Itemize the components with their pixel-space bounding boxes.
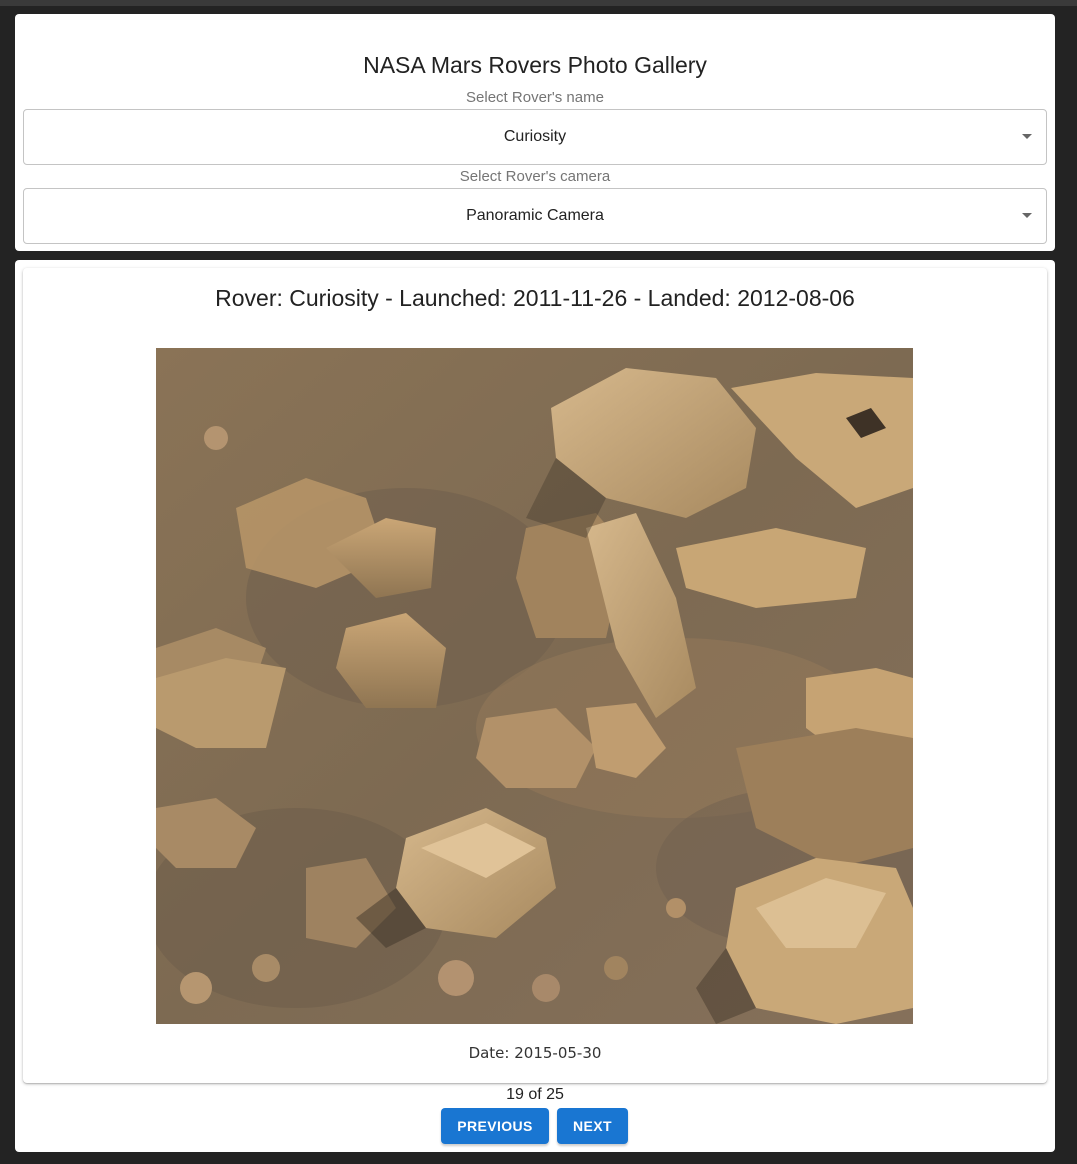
rover-select[interactable]: Curiosity (23, 109, 1047, 165)
window-top-bar (0, 0, 1077, 6)
camera-select[interactable]: Panoramic Camera (23, 188, 1047, 244)
page-counter: 19 of 25 (506, 1086, 564, 1103)
previous-button[interactable]: PREVIOUS (441, 1108, 549, 1144)
camera-select-value: Panoramic Camera (466, 207, 604, 224)
chevron-down-icon (1022, 213, 1032, 218)
photo-card: Rover: Curiosity - Launched: 2011-11-26 … (23, 268, 1047, 1083)
rover-select-label: Select Rover's name (466, 89, 604, 106)
gallery-panel: Rover: Curiosity - Launched: 2011-11-26 … (15, 260, 1055, 1152)
controls-panel: NASA Mars Rovers Photo Gallery Select Ro… (15, 14, 1055, 251)
chevron-down-icon (1022, 134, 1032, 139)
rover-info-title: Rover: Curiosity - Launched: 2011-11-26 … (215, 285, 855, 311)
photo-date: Date: 2015-05-30 (468, 1044, 602, 1062)
mars-photo (156, 348, 913, 1024)
page-title: NASA Mars Rovers Photo Gallery (363, 52, 707, 78)
rover-select-value: Curiosity (503, 128, 567, 145)
camera-select-label: Select Rover's camera (459, 168, 611, 185)
next-button[interactable]: NEXT (557, 1108, 628, 1144)
